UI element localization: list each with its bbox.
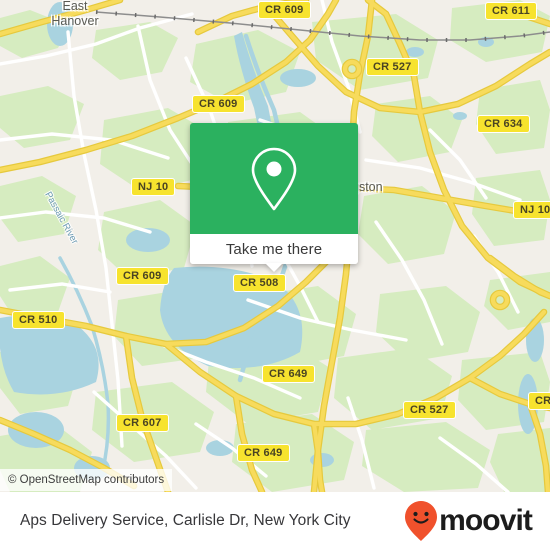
bottom-bar: Aps Delivery Service, Carlisle Dr, New Y…: [0, 492, 550, 550]
moovit-brand[interactable]: moovit: [404, 500, 533, 542]
moovit-smiley-pin-icon: [405, 501, 438, 541]
map-canvas[interactable]: East Hanover gston Passaic River CR 609 …: [0, 0, 550, 492]
road-shield-cr-607[interactable]: CR 607: [116, 414, 169, 432]
map-pin-icon: [251, 147, 297, 210]
place-label-line1: East: [62, 0, 88, 13]
road-shield-cr-510[interactable]: CR 510: [12, 311, 65, 329]
osm-attribution[interactable]: © OpenStreetMap contributors: [0, 469, 173, 491]
road-shield-cr-611[interactable]: CR 611: [485, 2, 537, 20]
road-shield-cr-527-bottom[interactable]: CR 527: [403, 401, 456, 419]
card-image-placeholder: [190, 123, 358, 234]
moovit-wordmark: moovit: [439, 504, 533, 537]
road-shield-cr-634[interactable]: CR 634: [477, 115, 530, 133]
card-footer[interactable]: Take me there: [190, 234, 358, 272]
card-pointer-tail: [265, 263, 283, 272]
place-label-line2: Hanover: [51, 14, 99, 28]
road-shield-cr-527-top[interactable]: CR 527: [366, 58, 419, 76]
location-caption: Aps Delivery Service, Carlisle Dr, New Y…: [20, 512, 351, 529]
road-shield-cr-609-mid-left[interactable]: CR 609: [116, 267, 169, 285]
road-shield-cr-649-bottom[interactable]: CR 649: [237, 444, 290, 462]
road-shield-cr-649-mid[interactable]: CR 649: [262, 365, 315, 383]
road-shield-nj-10-left[interactable]: NJ 10: [131, 178, 176, 196]
road-shield-cr-5xx-edge[interactable]: CR 5: [528, 392, 550, 410]
road-shield-cr-609-top[interactable]: CR 609: [258, 1, 311, 19]
road-shield-cr-508[interactable]: CR 508: [233, 274, 286, 292]
location-info-card[interactable]: Take me there: [190, 123, 358, 272]
place-label-east-hanover: East Hanover: [30, 0, 120, 29]
take-me-there-label[interactable]: Take me there: [226, 241, 322, 258]
road-shield-cr-609-upper-left[interactable]: CR 609: [192, 95, 245, 113]
osm-attribution-text[interactable]: © OpenStreetMap contributors: [8, 474, 164, 486]
road-shield-nj-10-right[interactable]: NJ 10: [513, 201, 550, 219]
